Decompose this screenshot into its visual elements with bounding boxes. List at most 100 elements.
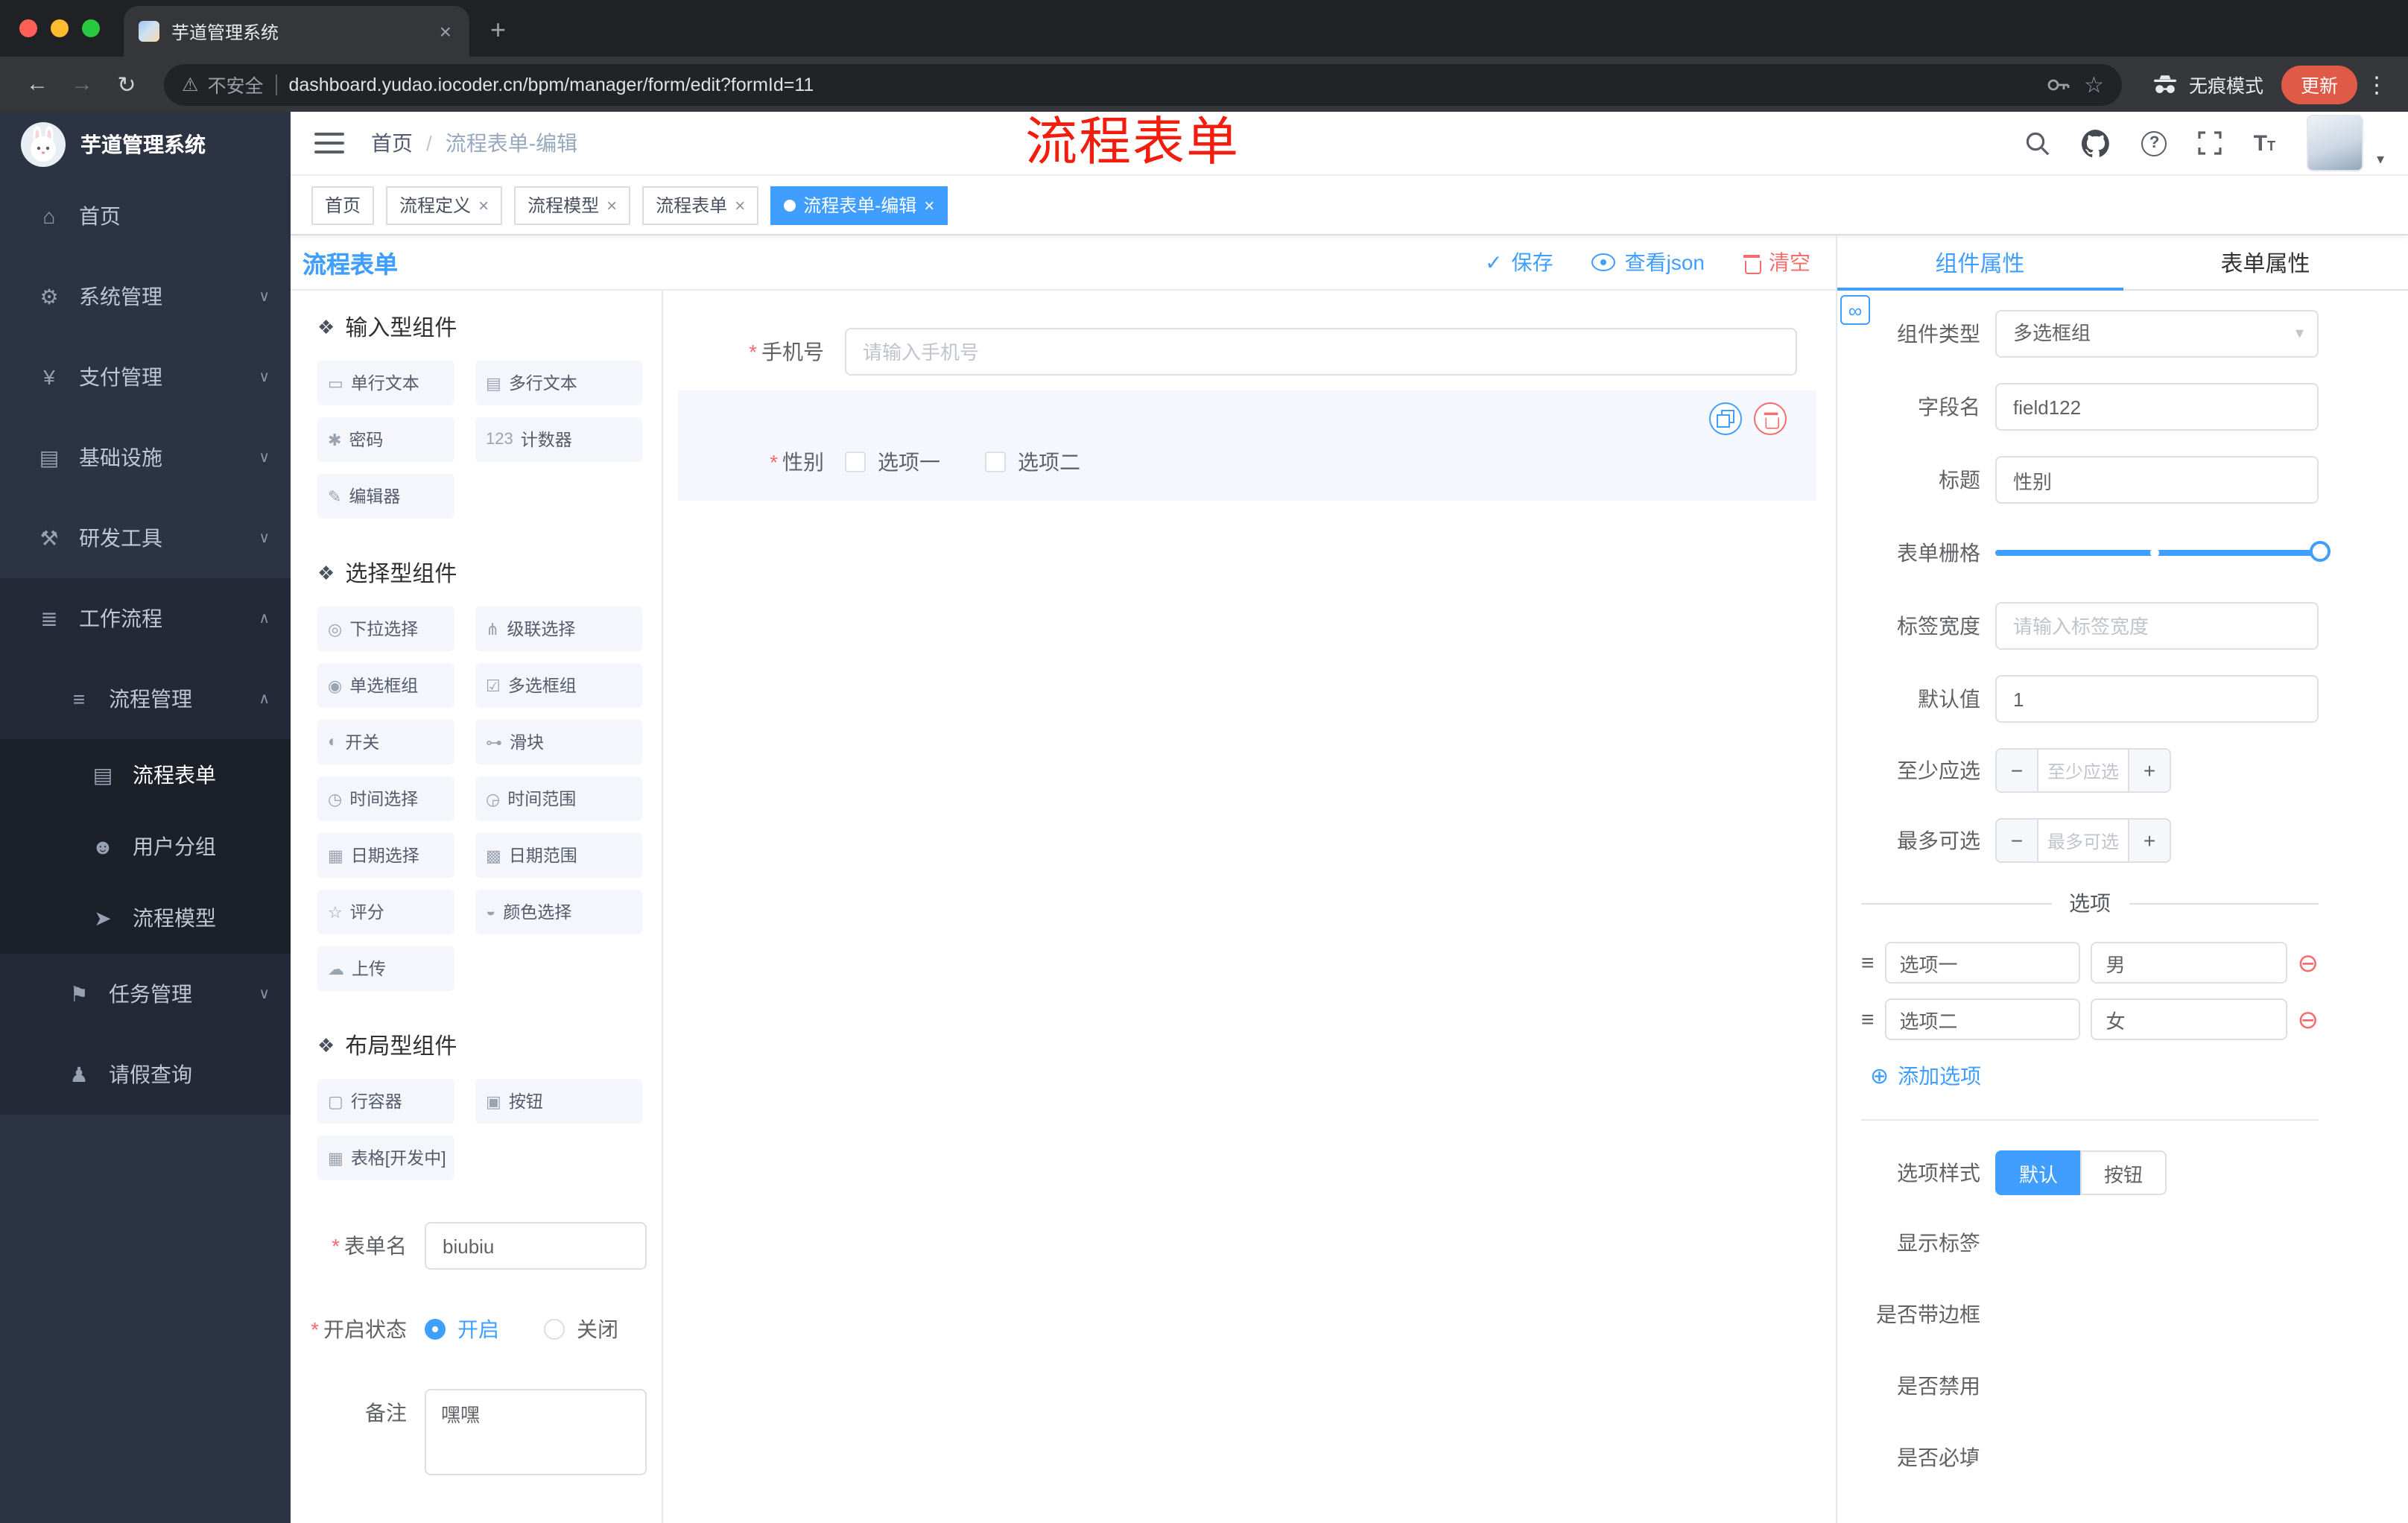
slider-handle[interactable] xyxy=(2310,541,2331,562)
close-icon[interactable]: × xyxy=(478,194,489,215)
palette-item-multi-line-text[interactable]: ▤ 多行文本 xyxy=(475,361,642,405)
gender-option2-checkbox[interactable] xyxy=(985,452,1006,472)
github-icon[interactable] xyxy=(2082,129,2111,157)
save-button[interactable]: ✓ 保存 xyxy=(1485,247,1553,277)
font-size-icon[interactable]: TT xyxy=(2254,130,2275,156)
form-remark-textarea[interactable]: 嘿嘿 xyxy=(425,1389,647,1475)
sidebar-item-user-group[interactable]: ☻ 用户分组 xyxy=(0,811,291,882)
palette-item-radio-group[interactable]: ◉ 单选框组 xyxy=(317,663,454,708)
fullscreen-icon[interactable] xyxy=(2198,131,2222,155)
browser-menu-icon[interactable]: ⋮ xyxy=(2363,71,2390,98)
palette-item-time-picker[interactable]: ◷ 时间选择 xyxy=(317,776,454,821)
sidebar-item-leave-query[interactable]: ♟ 请假查询 xyxy=(0,1034,291,1115)
delete-component-button[interactable] xyxy=(1754,402,1787,435)
back-icon[interactable]: ← xyxy=(18,72,57,97)
drag-handle-icon[interactable]: ≡ xyxy=(1861,950,1875,975)
tag-process-form-edit[interactable]: 流程表单-编辑 × xyxy=(770,186,948,224)
style-default-button[interactable]: 默认 xyxy=(1995,1150,2081,1195)
palette-item-table[interactable]: ▦ 表格[开发中] xyxy=(317,1136,454,1180)
key-icon[interactable] xyxy=(2045,72,2069,96)
remove-option-icon[interactable]: ⊖ xyxy=(2297,950,2319,975)
phone-input[interactable] xyxy=(845,328,1797,376)
form-name-input[interactable] xyxy=(425,1222,647,1270)
sidebar-item-process-management[interactable]: ≡ 流程管理 ∧ xyxy=(0,659,291,739)
status-on-radio[interactable] xyxy=(425,1319,446,1340)
palette-item-date-picker[interactable]: ▦ 日期选择 xyxy=(317,833,454,878)
palette-item-checkbox-group[interactable]: ☑ 多选框组 xyxy=(475,663,642,708)
tab-component-properties[interactable]: 组件属性 xyxy=(1837,235,2123,291)
drag-handle-icon[interactable]: ≡ xyxy=(1861,1007,1875,1032)
palette-item-rate[interactable]: ☆ 评分 xyxy=(317,890,454,934)
sidebar-item-workflow[interactable]: ≣ 工作流程 ∧ xyxy=(0,578,291,659)
sidebar-item-process-model[interactable]: ➤ 流程模型 xyxy=(0,882,291,954)
palette-item-cascader[interactable]: ⋔ 级联选择 xyxy=(475,607,642,651)
option1-label-input[interactable] xyxy=(1884,942,2081,984)
app-logo[interactable]: 芋道管理系统 xyxy=(0,112,291,176)
close-icon[interactable]: × xyxy=(606,194,617,215)
palette-item-dropdown[interactable]: ◎ 下拉选择 xyxy=(317,607,454,651)
tag-process-definition[interactable]: 流程定义 × xyxy=(386,186,503,224)
browser-tab[interactable]: 芋道管理系统 × xyxy=(124,6,469,57)
palette-item-editor[interactable]: ✎ 编辑器 xyxy=(317,474,454,519)
phone-field[interactable]: * 手机号 xyxy=(678,328,1797,376)
copy-component-button[interactable] xyxy=(1709,402,1742,435)
increase-button[interactable]: + xyxy=(2128,750,2170,791)
help-icon[interactable]: ? xyxy=(2141,130,2167,156)
status-off-radio[interactable] xyxy=(544,1319,565,1340)
option2-value-input[interactable] xyxy=(2091,998,2287,1040)
sidebar-item-process-form[interactable]: ▤ 流程表单 xyxy=(0,739,291,811)
window-minimize-button[interactable] xyxy=(51,19,69,37)
add-option-button[interactable]: ⊕ 添加选项 xyxy=(1870,1061,2319,1091)
view-json-button[interactable]: 查看json xyxy=(1591,247,1705,277)
search-icon[interactable] xyxy=(2026,130,2051,156)
option1-value-input[interactable] xyxy=(2091,942,2287,984)
palette-item-password[interactable]: ✱ 密码 xyxy=(317,417,454,462)
option2-label-input[interactable] xyxy=(1884,998,2081,1040)
tag-process-form[interactable]: 流程表单 × xyxy=(642,186,759,224)
new-tab-button[interactable]: + xyxy=(490,15,506,46)
tag-process-model[interactable]: 流程模型 × xyxy=(514,186,631,224)
increase-button[interactable]: + xyxy=(2128,820,2170,861)
gender-field-selected[interactable]: * 性别 选项一 选项二 xyxy=(678,390,1816,501)
palette-item-time-range[interactable]: ◶ 时间范围 xyxy=(475,776,642,821)
palette-item-counter[interactable]: 123 计数器 xyxy=(475,417,642,462)
min-select-value[interactable]: 至少应选 xyxy=(2038,750,2128,791)
palette-item-upload[interactable]: ☁ 上传 xyxy=(317,946,454,991)
palette-item-button[interactable]: ▣ 按钮 xyxy=(475,1079,642,1124)
sidebar-item-home[interactable]: ⌂ 首页 xyxy=(0,176,291,256)
tag-home[interactable]: 首页 xyxy=(311,186,375,224)
decrease-button[interactable]: − xyxy=(1997,750,2038,791)
palette-item-row-container[interactable]: ▢ 行容器 xyxy=(317,1079,454,1124)
window-zoom-button[interactable] xyxy=(82,19,100,37)
palette-item-date-range[interactable]: ▩ 日期范围 xyxy=(475,833,642,878)
sidebar-item-payment[interactable]: ¥ 支付管理 ∨ xyxy=(0,337,291,417)
default-value-input[interactable] xyxy=(1995,675,2319,723)
breadcrumb-home-link[interactable]: 首页 xyxy=(371,128,413,158)
title-input[interactable] xyxy=(1995,456,2319,504)
browser-update-button[interactable]: 更新 xyxy=(2281,65,2357,104)
address-bar[interactable]: ⚠ 不安全 dashboard.yudao.iocoder.cn/bpm/man… xyxy=(164,63,2122,105)
avatar[interactable] xyxy=(2306,115,2363,171)
palette-item-slider[interactable]: ⊶ 滑块 xyxy=(475,720,642,764)
reload-icon[interactable]: ↻ xyxy=(107,71,146,98)
forward-icon[interactable]: → xyxy=(63,72,101,97)
close-icon[interactable]: × xyxy=(924,194,934,215)
clear-button[interactable]: 清空 xyxy=(1743,247,1810,277)
palette-item-single-line-text[interactable]: ▭ 单行文本 xyxy=(317,361,454,405)
sidebar-item-infrastructure[interactable]: ▤ 基础设施 ∨ xyxy=(0,417,291,498)
collapse-sidebar-icon[interactable] xyxy=(314,133,344,153)
slider-track[interactable] xyxy=(1995,541,2331,562)
bookmark-star-icon[interactable]: ☆ xyxy=(2084,71,2104,98)
label-width-input[interactable] xyxy=(1995,602,2319,650)
close-icon[interactable]: × xyxy=(735,194,745,215)
tab-close-icon[interactable]: × xyxy=(437,19,454,43)
palette-item-switch[interactable]: ◐ 开关 xyxy=(317,720,454,764)
tab-form-properties[interactable]: 表单属性 xyxy=(2123,235,2408,289)
gender-option1-checkbox[interactable] xyxy=(845,452,866,472)
grid-slider[interactable] xyxy=(1995,529,2331,577)
remove-option-icon[interactable]: ⊖ xyxy=(2297,1007,2319,1032)
field-name-input[interactable] xyxy=(1995,383,2319,431)
max-select-value[interactable]: 最多可选 xyxy=(2038,820,2128,861)
sidebar-item-task-management[interactable]: ⚑ 任务管理 ∨ xyxy=(0,954,291,1034)
sidebar-item-system[interactable]: ⚙ 系统管理 ∨ xyxy=(0,256,291,337)
